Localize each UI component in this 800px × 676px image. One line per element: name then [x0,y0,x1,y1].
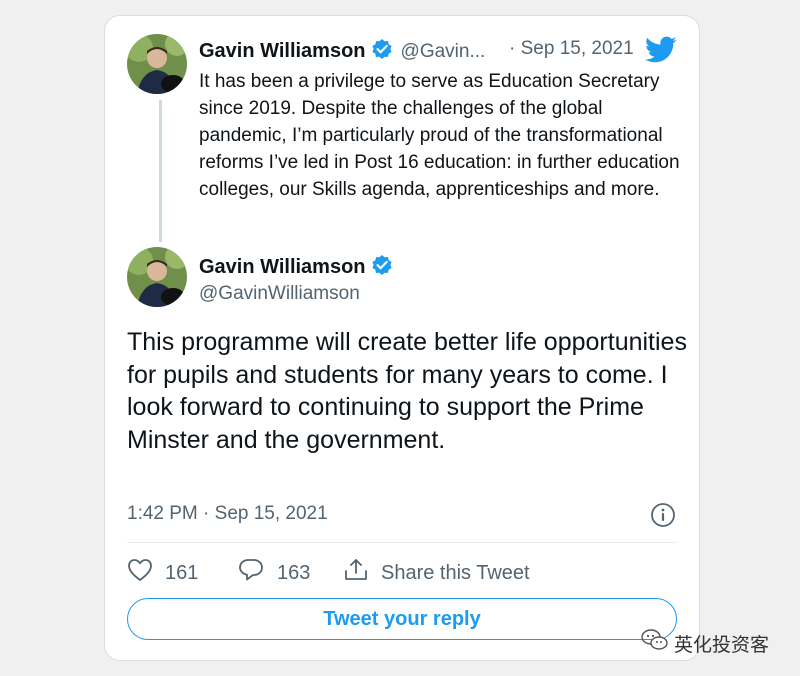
main-tweet-text: This programme will create better life o… [127,328,687,454]
like-action[interactable]: 161 [127,558,198,588]
share-icon [343,558,381,588]
tweet-timestamp[interactable]: 1:42 PM · Sep 15, 2021 [127,503,328,525]
share-action[interactable]: Share this Tweet [343,558,530,588]
author-handle[interactable]: @Gavin... [401,41,486,62]
info-icon[interactable] [650,502,676,533]
avatar[interactable] [127,247,187,307]
verified-badge-icon [371,38,393,65]
share-label: Share this Tweet [381,561,530,584]
tweet-actions: 161 163 Share this Tweet [127,558,687,588]
author-handle[interactable]: @GavinWilliamson [199,283,360,305]
tweet-date[interactable]: · Sep 15, 2021 [509,38,634,60]
watermark: 英化投资客 [640,628,769,658]
author-name[interactable]: Gavin Williamson [199,256,366,278]
divider [127,542,677,543]
like-count: 161 [165,561,199,584]
heart-icon [127,558,165,588]
verified-badge-icon [371,254,393,281]
tweet-your-reply-button[interactable]: Tweet your reply [127,598,677,640]
watermark-text: 英化投资客 [674,634,770,656]
author-name[interactable]: Gavin Williamson [199,40,366,62]
wechat-logo-icon [640,628,674,658]
reply-count: 163 [277,561,311,584]
quoted-tweet-text: It has been a privilege to serve as Educ… [199,71,680,200]
reply-action[interactable]: 163 [237,558,310,588]
twitter-bird-icon[interactable] [645,36,677,69]
speech-bubble-icon [237,558,277,588]
thread-connector-line [159,100,162,242]
main-tweet-header: Gavin Williamson [199,254,393,281]
tweet-card: Gavin Williamson @Gavin... · Sep 15, 2021… [104,15,700,661]
avatar[interactable] [127,34,187,94]
